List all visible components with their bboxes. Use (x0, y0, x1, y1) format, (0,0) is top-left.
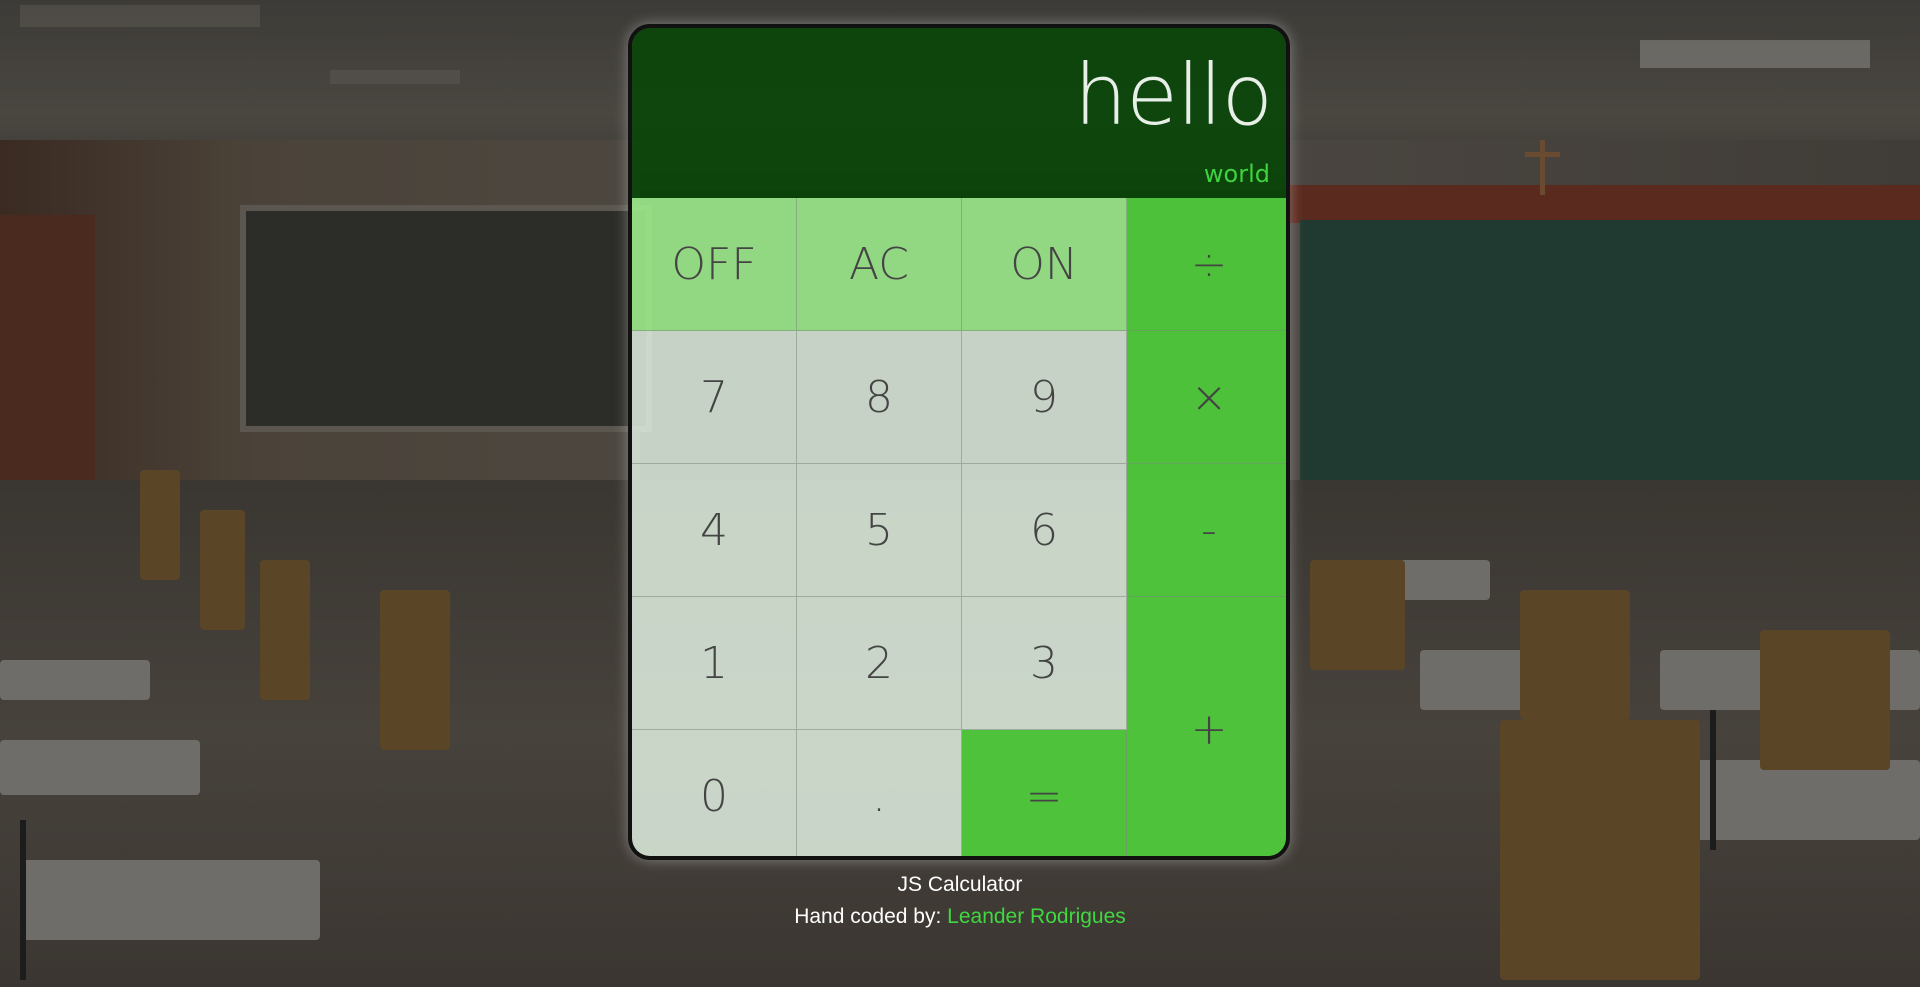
desk (0, 660, 150, 700)
author-link[interactable]: Leander Rodrigues (947, 905, 1126, 928)
chair (380, 590, 450, 750)
desk (0, 740, 200, 795)
chair (1520, 590, 1630, 720)
footer-title: JS Calculator (897, 873, 1023, 896)
footer-credit: Hand coded by: Leander Rodrigues (0, 905, 1920, 929)
keypad: OFF AC ON ÷ 7 8 9 × 4 5 6 - 1 2 3 + 0 . … (632, 198, 1286, 856)
display-sub-readout: world (1203, 160, 1270, 188)
chair (1500, 720, 1700, 980)
digit-5-button[interactable]: 5 (797, 464, 962, 597)
chair (200, 510, 245, 630)
decimal-button[interactable]: . (797, 730, 962, 856)
ceiling-light (1640, 40, 1870, 68)
calculator: hello world OFF AC ON ÷ 7 8 9 × 4 5 6 - … (628, 24, 1290, 860)
digit-3-button[interactable]: 3 (962, 597, 1127, 730)
equals-button[interactable]: = (962, 730, 1127, 856)
calculator-display: hello world (632, 28, 1286, 198)
digit-6-button[interactable]: 6 (962, 464, 1127, 597)
window-panel (240, 205, 652, 432)
desk-leg (1710, 710, 1716, 850)
digit-8-button[interactable]: 8 (797, 331, 962, 464)
minus-button[interactable]: - (1127, 464, 1286, 597)
desk-leg (20, 820, 26, 980)
digit-4-button[interactable]: 4 (632, 464, 797, 597)
divide-button[interactable]: ÷ (1127, 198, 1286, 331)
digit-1-button[interactable]: 1 (632, 597, 797, 730)
chair (260, 560, 310, 700)
digit-7-button[interactable]: 7 (632, 331, 797, 464)
cross (1540, 140, 1545, 195)
chair (1310, 560, 1405, 670)
digit-2-button[interactable]: 2 (797, 597, 962, 730)
display-main-readout: hello (1074, 46, 1273, 144)
plus-button[interactable]: + (1127, 597, 1286, 856)
chair (140, 470, 180, 580)
cross (1525, 152, 1560, 157)
on-button[interactable]: ON (962, 198, 1127, 331)
ceiling-light (20, 5, 260, 27)
chalkboard (1300, 220, 1920, 480)
credit-prefix: Hand coded by: (794, 905, 942, 928)
off-button[interactable]: OFF (632, 198, 797, 331)
chair (1760, 630, 1890, 770)
wall-trim (1290, 185, 1920, 223)
clear-button[interactable]: AC (797, 198, 962, 331)
ceiling-vent (330, 70, 460, 84)
digit-0-button[interactable]: 0 (632, 730, 797, 856)
digit-9-button[interactable]: 9 (962, 331, 1127, 464)
multiply-button[interactable]: × (1127, 331, 1286, 464)
